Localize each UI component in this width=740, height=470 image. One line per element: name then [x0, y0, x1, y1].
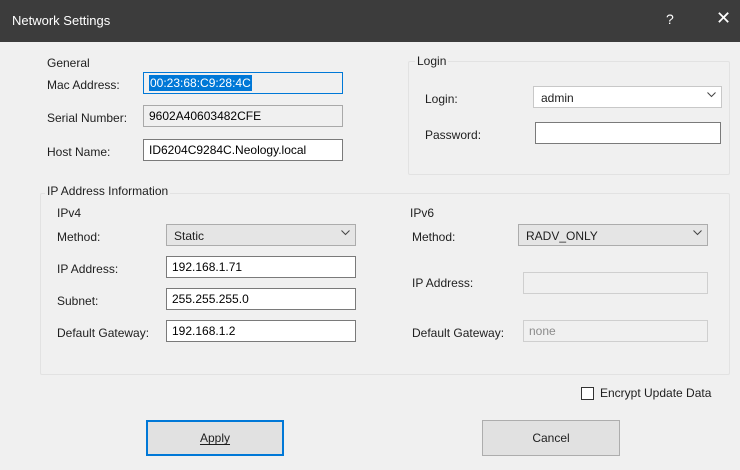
- title-bar: Network Settings ? ✕: [0, 0, 740, 42]
- ipv4-subnet-field[interactable]: 255.255.255.0: [166, 288, 356, 310]
- ipv6-ip-field: [523, 272, 708, 294]
- serial-number-label: Serial Number:: [47, 111, 128, 125]
- ipv4-method-select[interactable]: Static: [166, 224, 356, 246]
- mac-address-label: Mac Address:: [47, 78, 120, 92]
- apply-button[interactable]: Apply: [146, 420, 284, 456]
- window-title: Network Settings: [12, 13, 111, 28]
- ipv4-subnet-label: Subnet:: [57, 294, 99, 308]
- ipv4-ip-value: 192.168.1.71: [172, 260, 243, 274]
- host-name-value: ID6204C9284C.Neology.local: [149, 143, 307, 157]
- mac-address-value: 00:23:68:C9:28:4C: [149, 75, 252, 91]
- ipv6-method-value: RADV_ONLY: [526, 229, 598, 243]
- host-name-label: Host Name:: [47, 145, 111, 159]
- ipv4-method-value: Static: [174, 229, 205, 243]
- ipv6-gateway-field: none: [523, 320, 708, 342]
- apply-button-label: Apply: [199, 431, 231, 445]
- host-name-field[interactable]: ID6204C9284C.Neology.local: [143, 139, 343, 161]
- ipv6-ip-label: IP Address:: [412, 276, 474, 290]
- ipv6-method-select[interactable]: RADV_ONLY: [518, 224, 708, 246]
- login-label: Login:: [425, 92, 458, 106]
- password-label: Password:: [425, 128, 482, 142]
- ipv6-gateway-label: Default Gateway:: [412, 326, 505, 340]
- serial-number-value: 9602A40603482CFE: [149, 109, 262, 123]
- ip-info-legend: IP Address Information: [45, 184, 171, 198]
- ipv4-gateway-value: 192.168.1.2: [172, 324, 236, 338]
- chevron-down-icon: [693, 229, 702, 236]
- ipv4-method-label: Method:: [57, 230, 101, 244]
- serial-number-field[interactable]: 9602A40603482CFE: [143, 105, 343, 127]
- ipv4-gateway-field[interactable]: 192.168.1.2: [166, 320, 356, 342]
- encrypt-label[interactable]: Encrypt Update Data: [600, 386, 711, 400]
- ipv4-ip-field[interactable]: 192.168.1.71: [166, 256, 356, 278]
- encrypt-checkbox[interactable]: [581, 387, 594, 400]
- mac-address-field[interactable]: 00:23:68:C9:28:4C: [143, 72, 343, 94]
- ipv6-gateway-value: none: [529, 324, 556, 338]
- login-legend: Login: [415, 54, 449, 68]
- login-group: [408, 61, 730, 175]
- cancel-button[interactable]: Cancel: [482, 420, 620, 456]
- login-select[interactable]: admin: [533, 86, 722, 108]
- ipv6-legend: IPv6: [410, 206, 435, 220]
- login-select-value: admin: [541, 91, 574, 105]
- ipv4-legend: IPv4: [57, 206, 82, 220]
- ipv6-method-label: Method:: [412, 230, 456, 244]
- close-button[interactable]: ✕: [716, 8, 731, 29]
- ipv4-gateway-label: Default Gateway:: [57, 326, 150, 340]
- ipv4-subnet-value: 255.255.255.0: [172, 292, 249, 306]
- general-legend: General: [47, 56, 90, 70]
- cancel-button-label: Cancel: [532, 431, 570, 445]
- ipv4-ip-label: IP Address:: [57, 262, 119, 276]
- chevron-down-icon: [341, 229, 350, 236]
- chevron-down-icon: [707, 91, 716, 98]
- password-field[interactable]: [535, 122, 721, 144]
- help-button[interactable]: ?: [666, 11, 674, 27]
